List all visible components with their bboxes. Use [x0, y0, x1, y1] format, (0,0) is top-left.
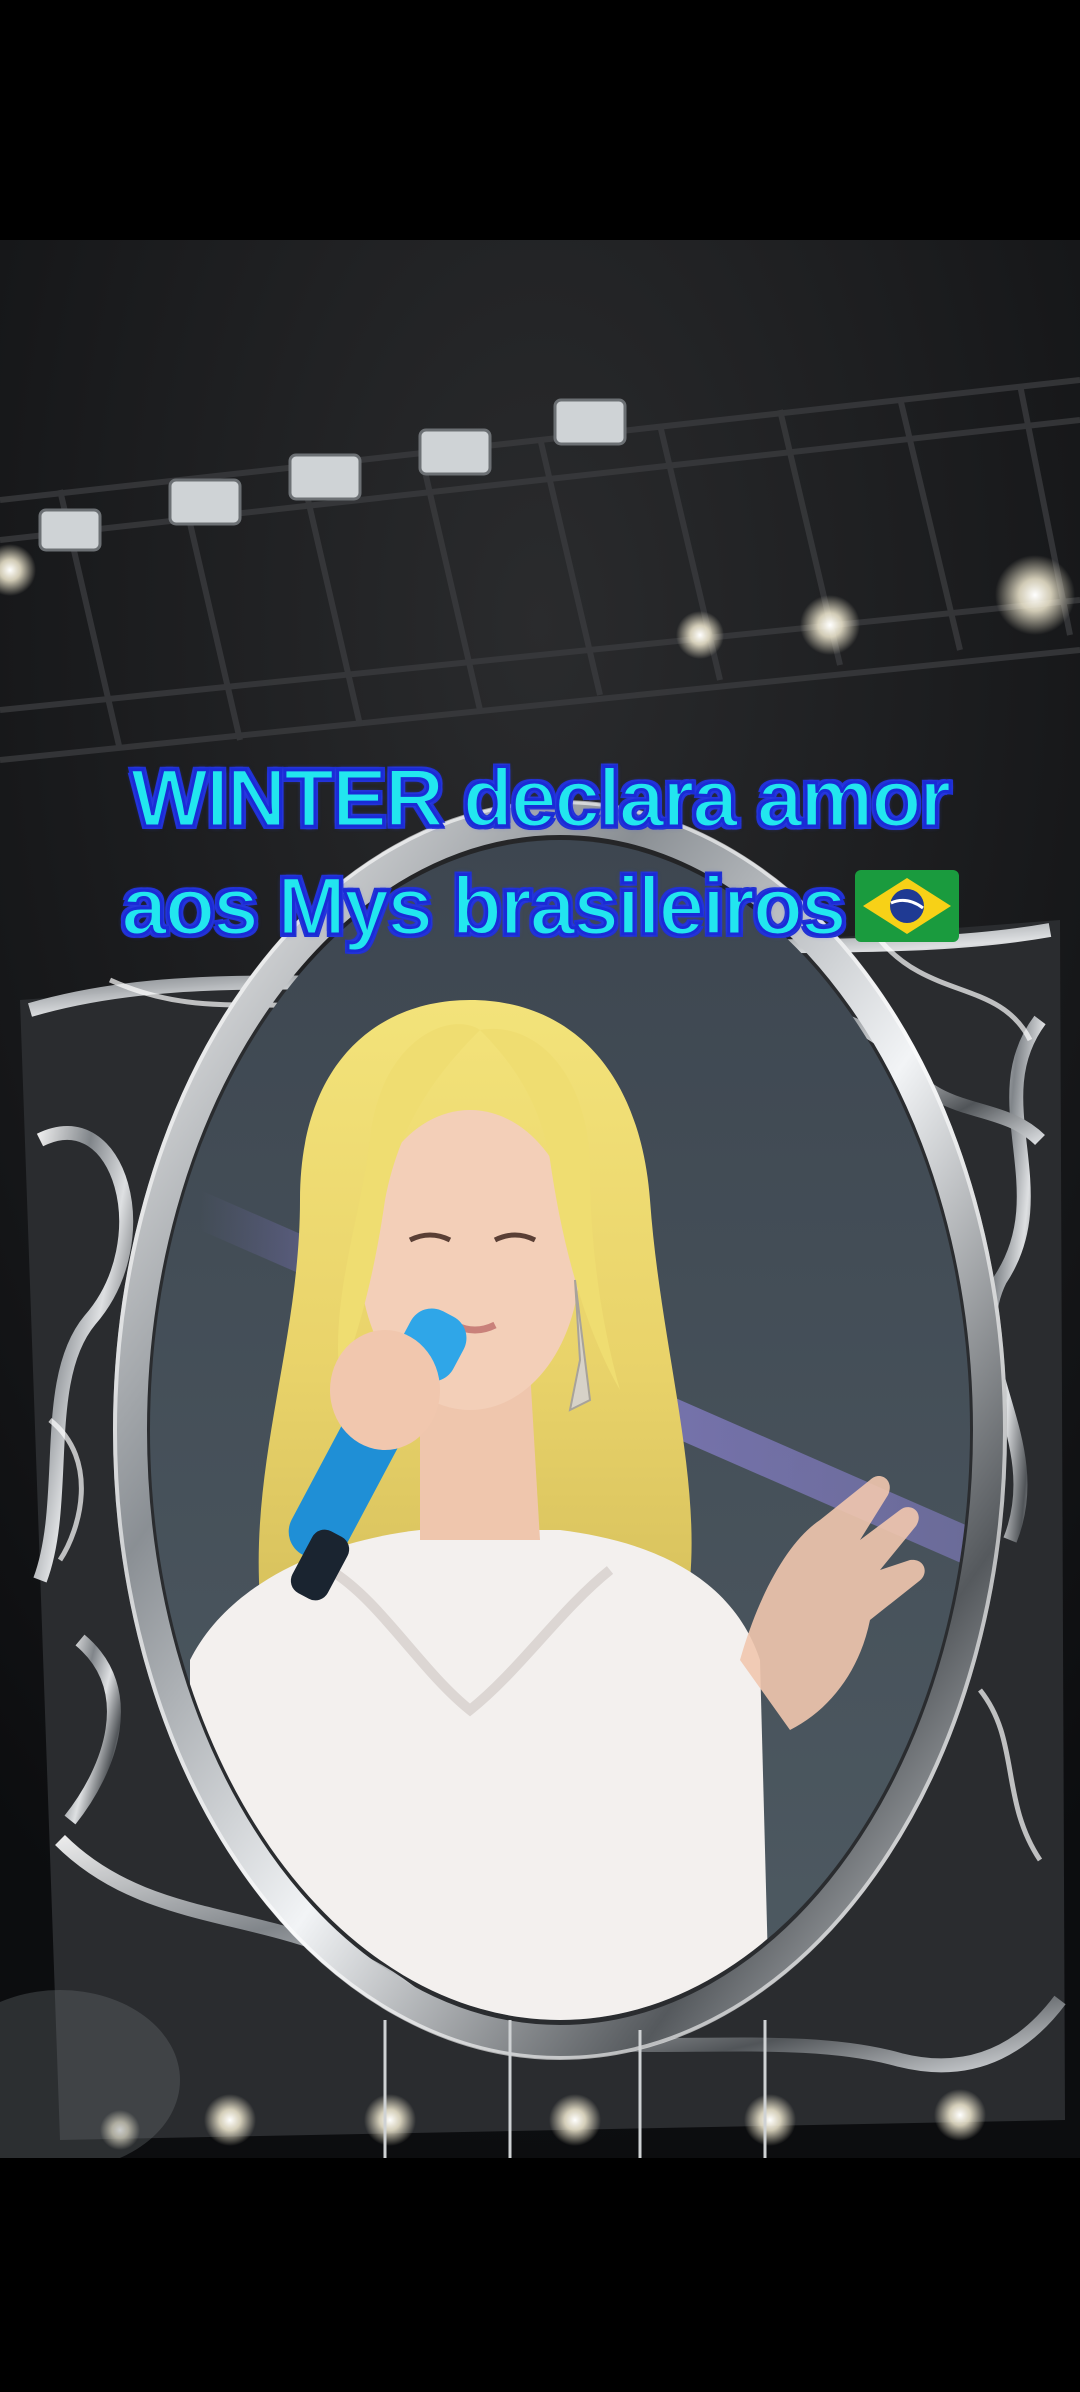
caption-line-2: aos Mys brasileiros	[0, 853, 1080, 961]
letterbox-bottom	[0, 2158, 1080, 2392]
video-frame-image	[0, 240, 1080, 2158]
video-caption: WINTER declara amor aos Mys brasileiros	[0, 745, 1080, 961]
caption-line-1: WINTER declara amor	[129, 752, 953, 846]
caption-line-2-text: aos Mys brasileiros	[120, 860, 848, 954]
letterbox-top	[0, 0, 1080, 240]
video-player[interactable]: WINTER declara amor aos Mys brasileiros	[0, 240, 1080, 2158]
brazil-flag-icon	[854, 870, 959, 943]
